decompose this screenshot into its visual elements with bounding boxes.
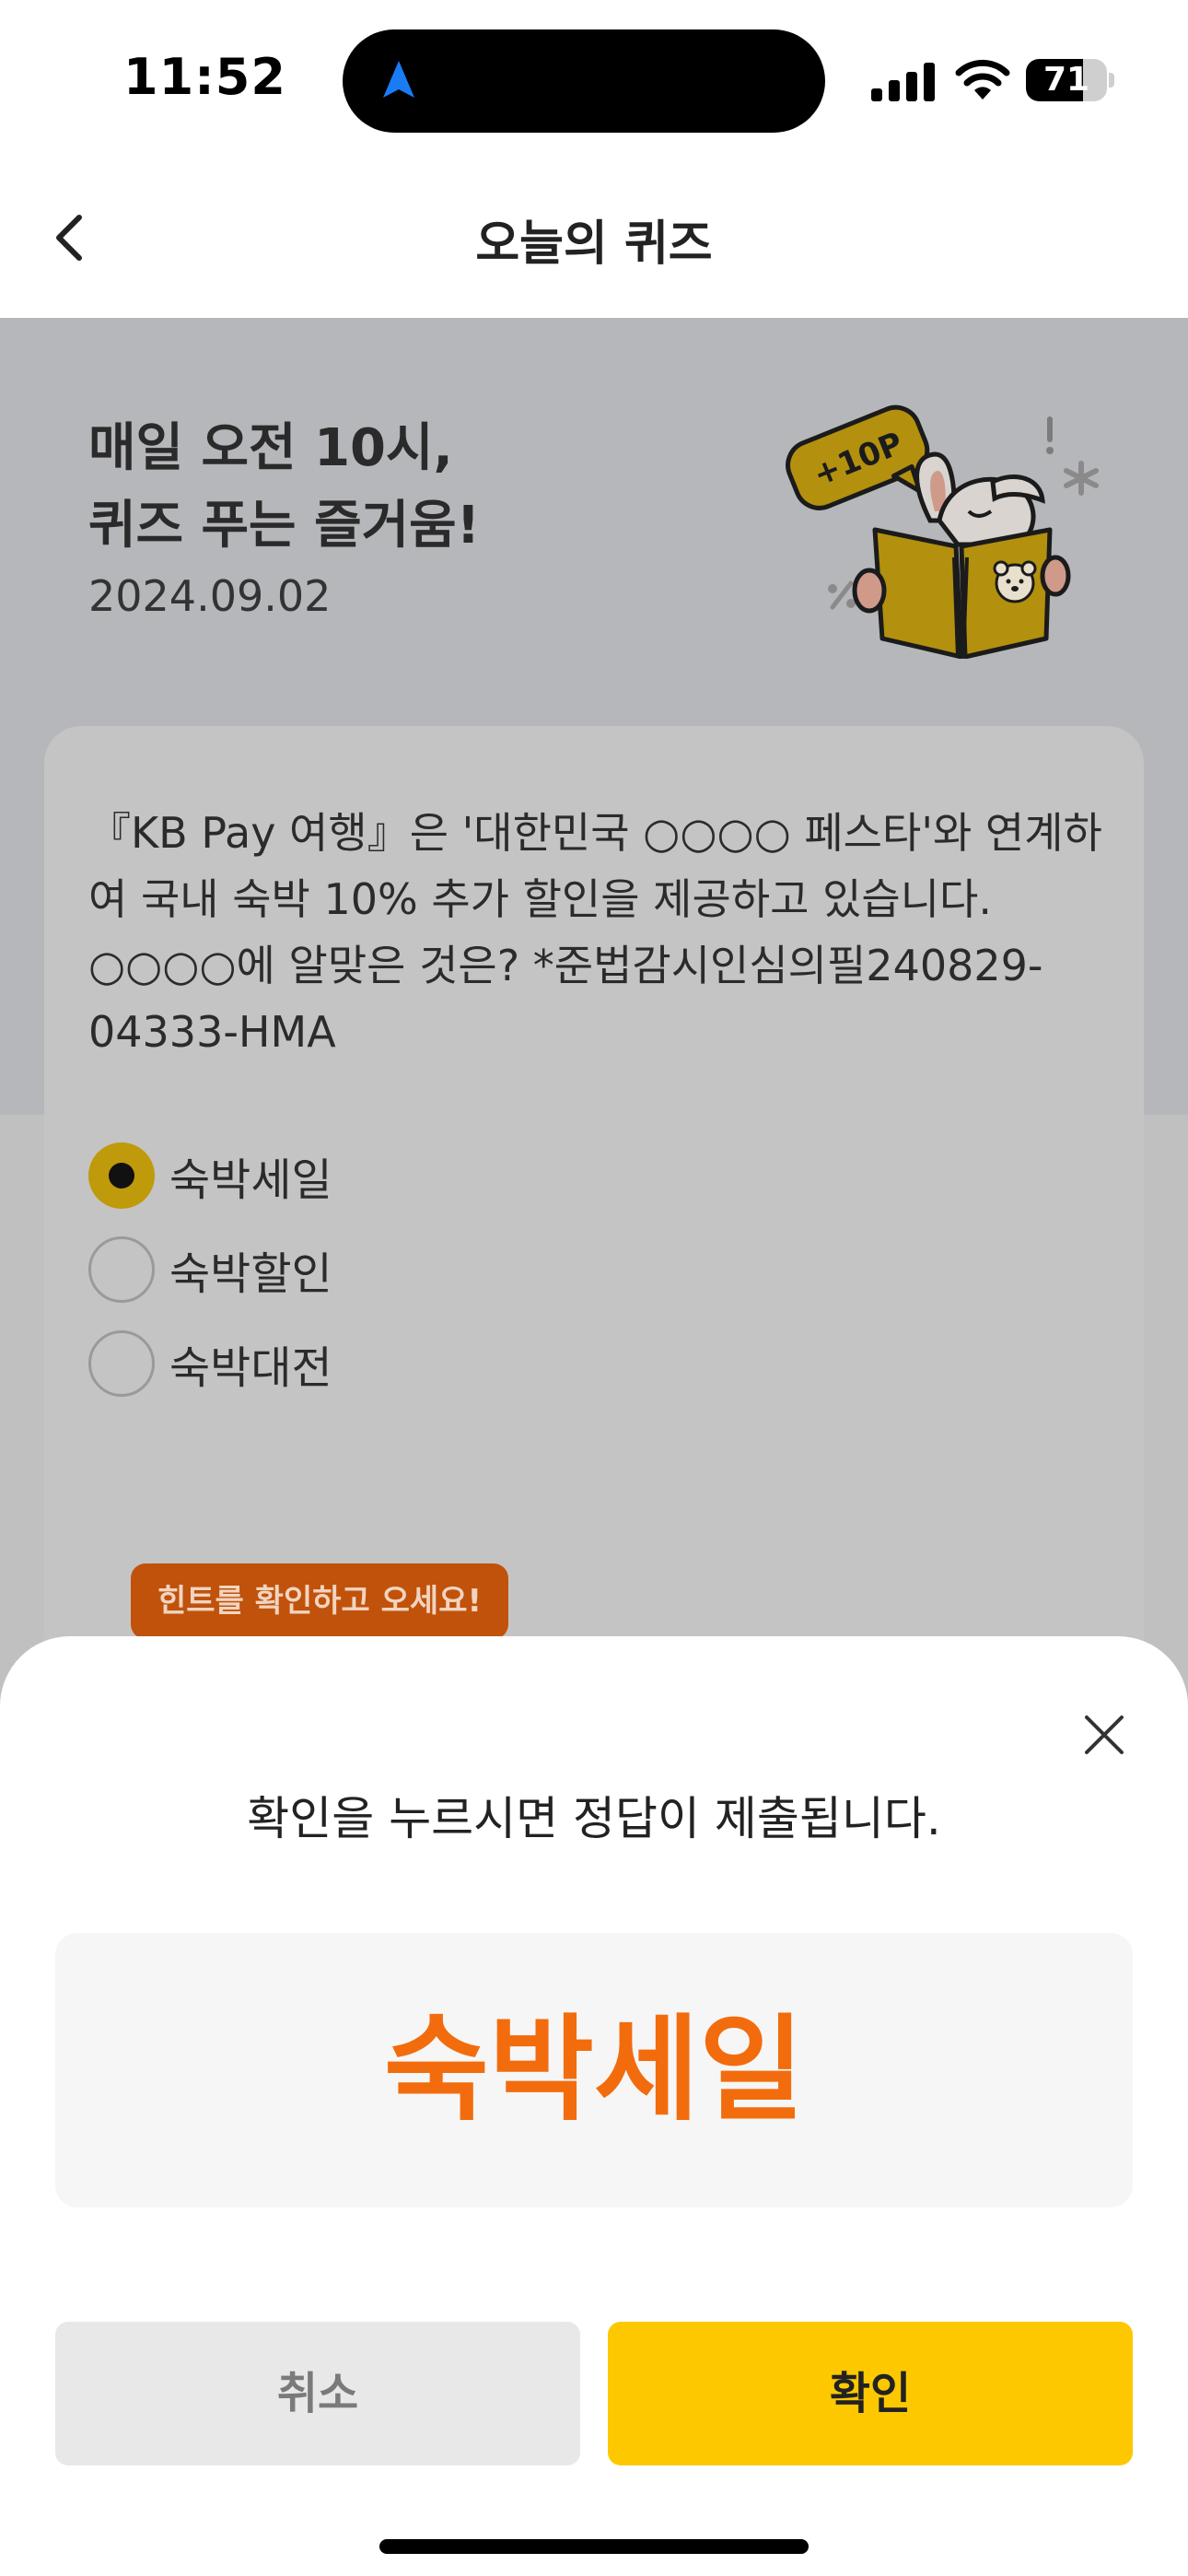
- dynamic-island: [343, 29, 825, 133]
- question-text: 『KB Pay 여행』은 '대한민국 ○○○○ 페스타'와 연계하여 국내 숙박…: [88, 808, 1102, 1057]
- selected-answer-box: 숙박세일: [55, 1933, 1133, 2207]
- option-1[interactable]: 숙박세일: [88, 1142, 332, 1209]
- battery-icon: 71: [1026, 59, 1114, 101]
- option-2[interactable]: 숙박할인: [88, 1236, 332, 1303]
- hero-title-line2: 퀴즈 푸는 즐거움!: [88, 496, 481, 556]
- sheet-message: 확인을 누르시면 정답이 제출됩니다.: [247, 1792, 941, 1845]
- radio-selected[interactable]: [88, 1142, 155, 1209]
- option-label: 숙박할인: [169, 1248, 332, 1300]
- option-label: 숙박세일: [169, 1154, 332, 1206]
- option-3[interactable]: 숙박대전: [88, 1330, 332, 1397]
- page-header: 오늘의 퀴즈: [0, 157, 1188, 318]
- home-indicator: [379, 2539, 809, 2554]
- status-bar: 11:52 71: [0, 0, 1188, 157]
- location-arrow-icon: [383, 61, 414, 98]
- close-icon[interactable]: [1076, 1706, 1133, 1763]
- option-label: 숙박대전: [169, 1342, 332, 1394]
- answer-options: 숙박세일 숙박할인 숙박대전: [88, 1142, 332, 1424]
- cellular-signal-icon: [871, 63, 935, 101]
- hero-title: 매일 오전 10시, 퀴즈 푸는 즐거움!: [88, 410, 480, 565]
- radio-unselected[interactable]: [88, 1330, 155, 1397]
- hint-button[interactable]: 힌트를 확인하고 오세요!: [131, 1563, 508, 1639]
- page-title: 오늘의 퀴즈: [475, 217, 713, 272]
- rabbit-reading-book-illustration: +10P: [786, 404, 1099, 659]
- quiz-date: 2024.09.02: [88, 571, 332, 621]
- battery-cap: [1109, 73, 1114, 88]
- battery-body: 71: [1026, 59, 1107, 101]
- confirm-bottom-sheet: 확인을 누르시면 정답이 제출됩니다. 숙박세일 취소 확인: [0, 1636, 1188, 2576]
- selected-answer: 숙박세일: [383, 2004, 805, 2137]
- wifi-icon: [955, 59, 1010, 100]
- hero-title-line1: 매일 오전 10시,: [88, 418, 453, 478]
- confirm-button[interactable]: 확인: [608, 2322, 1133, 2465]
- cancel-button[interactable]: 취소: [55, 2322, 580, 2465]
- battery-level: 71: [1042, 61, 1090, 99]
- status-time: 11:52: [123, 48, 286, 106]
- radio-unselected[interactable]: [88, 1236, 155, 1303]
